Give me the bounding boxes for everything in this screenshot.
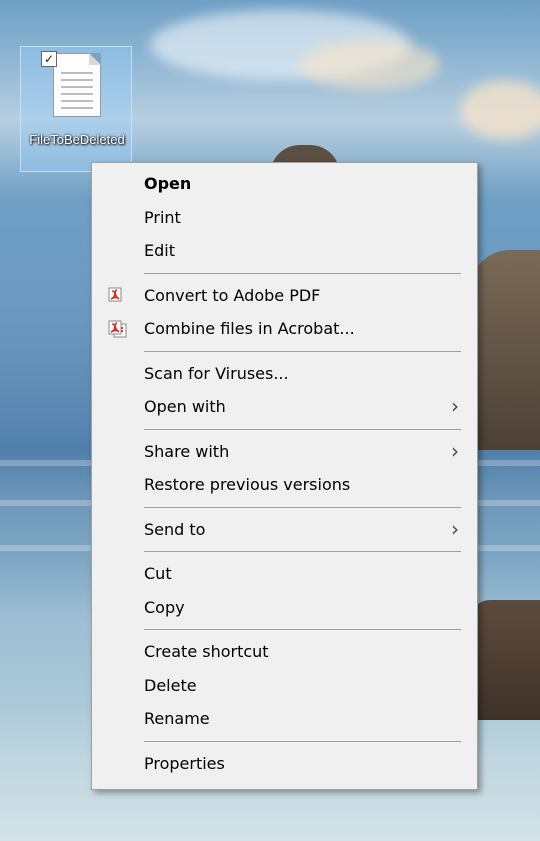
menu-separator xyxy=(144,428,461,430)
menu-item-label: Properties xyxy=(144,753,225,773)
rock xyxy=(470,250,540,450)
menu-item-label: Convert to Adobe PDF xyxy=(144,285,321,305)
menu-item-rename[interactable]: Rename xyxy=(92,702,477,736)
menu-item-combine-files-in-acrobat[interactable]: Combine files in Acrobat... xyxy=(92,312,477,346)
menu-item-restore-previous-versions[interactable]: Restore previous versions xyxy=(92,468,477,502)
file-name-label: FileToBeDeleted xyxy=(29,132,125,147)
menu-item-print[interactable]: Print xyxy=(92,201,477,235)
menu-item-scan-for-viruses[interactable]: Scan for Viruses... xyxy=(92,357,477,391)
selection-checkbox[interactable]: ✓ xyxy=(41,51,57,67)
chevron-right-icon: › xyxy=(451,394,459,418)
desktop-file-icon[interactable]: ✓ FileToBeDeleted xyxy=(20,46,132,172)
menu-item-properties[interactable]: Properties xyxy=(92,747,477,781)
menu-item-label: Restore previous versions xyxy=(144,475,351,494)
menu-item-label: Delete xyxy=(144,675,197,695)
menu-separator xyxy=(144,551,461,552)
menu-item-open-with[interactable]: Open with › xyxy=(92,390,477,424)
menu-item-delete[interactable]: Delete xyxy=(92,669,477,703)
cloud xyxy=(460,80,540,140)
menu-item-label: Send to xyxy=(144,519,206,539)
menu-item-label: Rename xyxy=(144,709,210,728)
rock xyxy=(470,600,540,720)
menu-separator xyxy=(144,272,461,274)
menu-item-label: Cut xyxy=(144,564,172,583)
menu-item-copy[interactable]: Copy xyxy=(92,591,477,625)
menu-item-send-to[interactable]: Send to › xyxy=(92,513,477,547)
cloud xyxy=(300,40,440,90)
document-icon xyxy=(53,53,101,117)
menu-item-edit[interactable]: Edit xyxy=(92,234,477,268)
menu-item-open[interactable]: Open xyxy=(92,167,477,201)
menu-item-label: Create shortcut xyxy=(144,642,269,661)
menu-separator xyxy=(144,740,461,742)
menu-item-label: Edit xyxy=(144,241,175,260)
menu-item-cut[interactable]: Cut xyxy=(92,557,477,591)
menu-separator xyxy=(144,506,461,508)
menu-item-create-shortcut[interactable]: Create shortcut xyxy=(92,635,477,669)
menu-item-label: Share with xyxy=(144,441,230,461)
menu-item-label: Open xyxy=(144,174,192,193)
menu-item-label: Scan for Viruses... xyxy=(144,363,289,383)
menu-separator xyxy=(144,629,461,630)
context-menu: Open Print Edit Convert to Adobe PDF Combine… xyxy=(91,162,478,790)
menu-item-label: Open with xyxy=(144,397,226,416)
chevron-right-icon: › xyxy=(451,438,459,463)
menu-item-share-with[interactable]: Share with › xyxy=(92,435,477,469)
desktop[interactable]: ✓ FileToBeDeleted Open Print Edit Convert t… xyxy=(0,0,540,841)
chevron-right-icon: › xyxy=(451,516,459,541)
menu-separator xyxy=(144,350,461,352)
menu-item-label: Copy xyxy=(144,597,185,617)
menu-item-label: Print xyxy=(144,207,181,227)
menu-item-convert-to-adobe-pdf[interactable]: Convert to Adobe PDF xyxy=(92,279,477,313)
menu-item-label: Combine files in Acrobat... xyxy=(144,319,355,338)
